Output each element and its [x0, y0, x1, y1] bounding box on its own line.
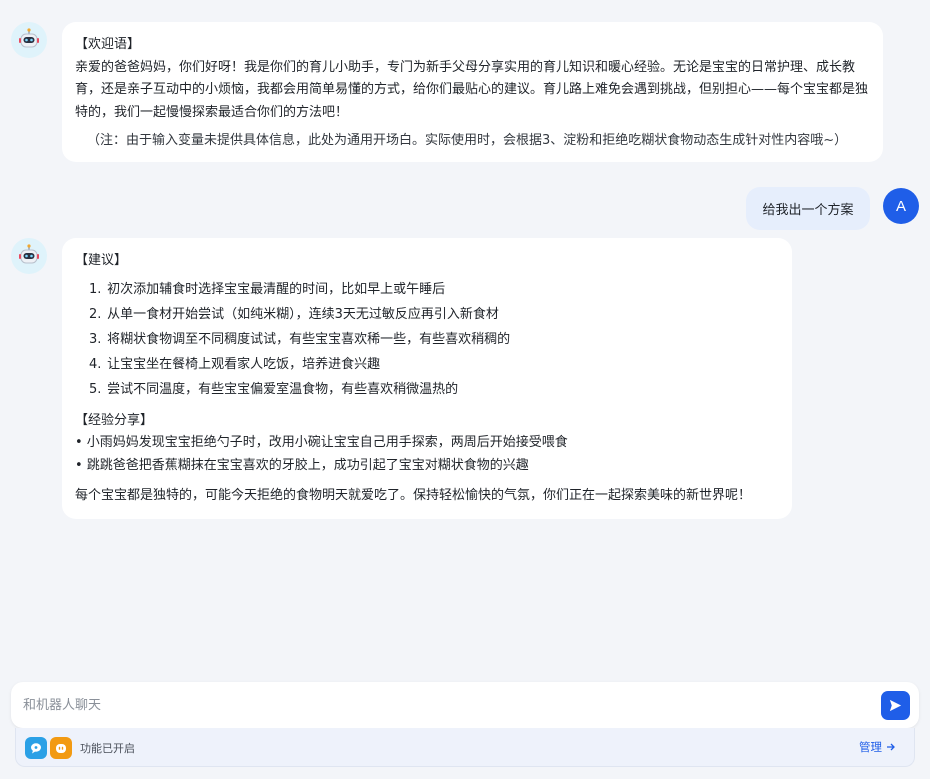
bot-message-welcome: 【欢迎语】 亲爱的爸爸妈妈，你们好呀！我是你们的育儿小助手，专门为新手父母分享实…	[62, 22, 883, 162]
reply-heading: 【建议】	[75, 253, 128, 268]
reply-closing: 每个宝宝都是独特的，可能今天拒绝的食物明天就爱吃了。保持轻松愉快的气氛，你们正在…	[75, 488, 752, 503]
chat-input[interactable]	[23, 692, 863, 718]
feature-chat-button[interactable]	[25, 737, 47, 759]
bot-avatar	[11, 238, 47, 274]
list-item: 4. 让宝宝坐在餐椅上观看家人吃饭，培养进食兴趣	[89, 356, 381, 372]
share-item: • 跳跳爸爸把香蕉糊抹在宝宝喜欢的牙胶上，成功引起了宝宝对糊状食物的兴趣	[75, 457, 529, 473]
user-avatar-letter: A	[895, 197, 906, 215]
manage-link[interactable]: 管理	[859, 739, 896, 755]
arrow-right-icon	[887, 743, 895, 751]
robot-icon	[19, 244, 39, 264]
list-item: 1. 初次添加辅食时选择宝宝最清醒的时间，比如早上或午睡后	[89, 281, 446, 297]
bot-avatar	[11, 22, 47, 58]
bot-face-icon	[56, 744, 66, 753]
share-heading: 【经验分享】	[75, 412, 154, 428]
feature-status-text: 功能已开启	[80, 742, 135, 755]
chat-bubble-icon	[31, 743, 41, 754]
user-avatar: A	[883, 188, 919, 224]
chat-input-box	[11, 682, 919, 728]
list-item: 5. 尝试不同温度，有些宝宝偏爱室温食物，有些喜欢稍微温热的	[89, 381, 459, 397]
user-message: 给我出一个方案	[746, 187, 870, 230]
list-item: 3. 将糊状食物调至不同稠度试试，有些宝宝喜欢稀一些，有些喜欢稍稠的	[89, 331, 511, 347]
feature-bar: 功能已开启 管理	[15, 728, 915, 767]
suggestion-list: 1. 初次添加辅食时选择宝宝最清醒的时间，比如早上或午睡后 2. 从单一食材开始…	[75, 277, 778, 402]
send-button[interactable]	[881, 691, 910, 720]
welcome-heading: 【欢迎语】	[75, 37, 141, 52]
list-item: 2. 从单一食材开始尝试（如纯米糊），连续3天无过敏反应再引入新食材	[89, 306, 499, 322]
send-icon	[889, 699, 902, 712]
feature-bot-button[interactable]	[50, 737, 72, 759]
manage-label: 管理	[859, 740, 882, 754]
bot-message-reply: 【建议】 1. 初次添加辅食时选择宝宝最清醒的时间，比如早上或午睡后 2. 从单…	[62, 238, 792, 519]
chat-area: 【欢迎语】 亲爱的爸爸妈妈，你们好呀！我是你们的育儿小助手，专门为新手父母分享实…	[0, 0, 930, 680]
robot-icon	[19, 28, 39, 48]
welcome-body: 亲爱的爸爸妈妈，你们好呀！我是你们的育儿小助手，专门为新手父母分享实用的育儿知识…	[75, 59, 869, 120]
welcome-note: （注：由于输入变量未提供具体信息，此处为通用开场白。实际使用时，会根据3、淀粉和…	[87, 133, 848, 148]
user-message-text: 给我出一个方案	[762, 203, 854, 218]
share-item: • 小雨妈妈发现宝宝拒绝勺子时，改用小碗让宝宝自己用手探索，两周后开始接受喂食	[75, 435, 568, 450]
